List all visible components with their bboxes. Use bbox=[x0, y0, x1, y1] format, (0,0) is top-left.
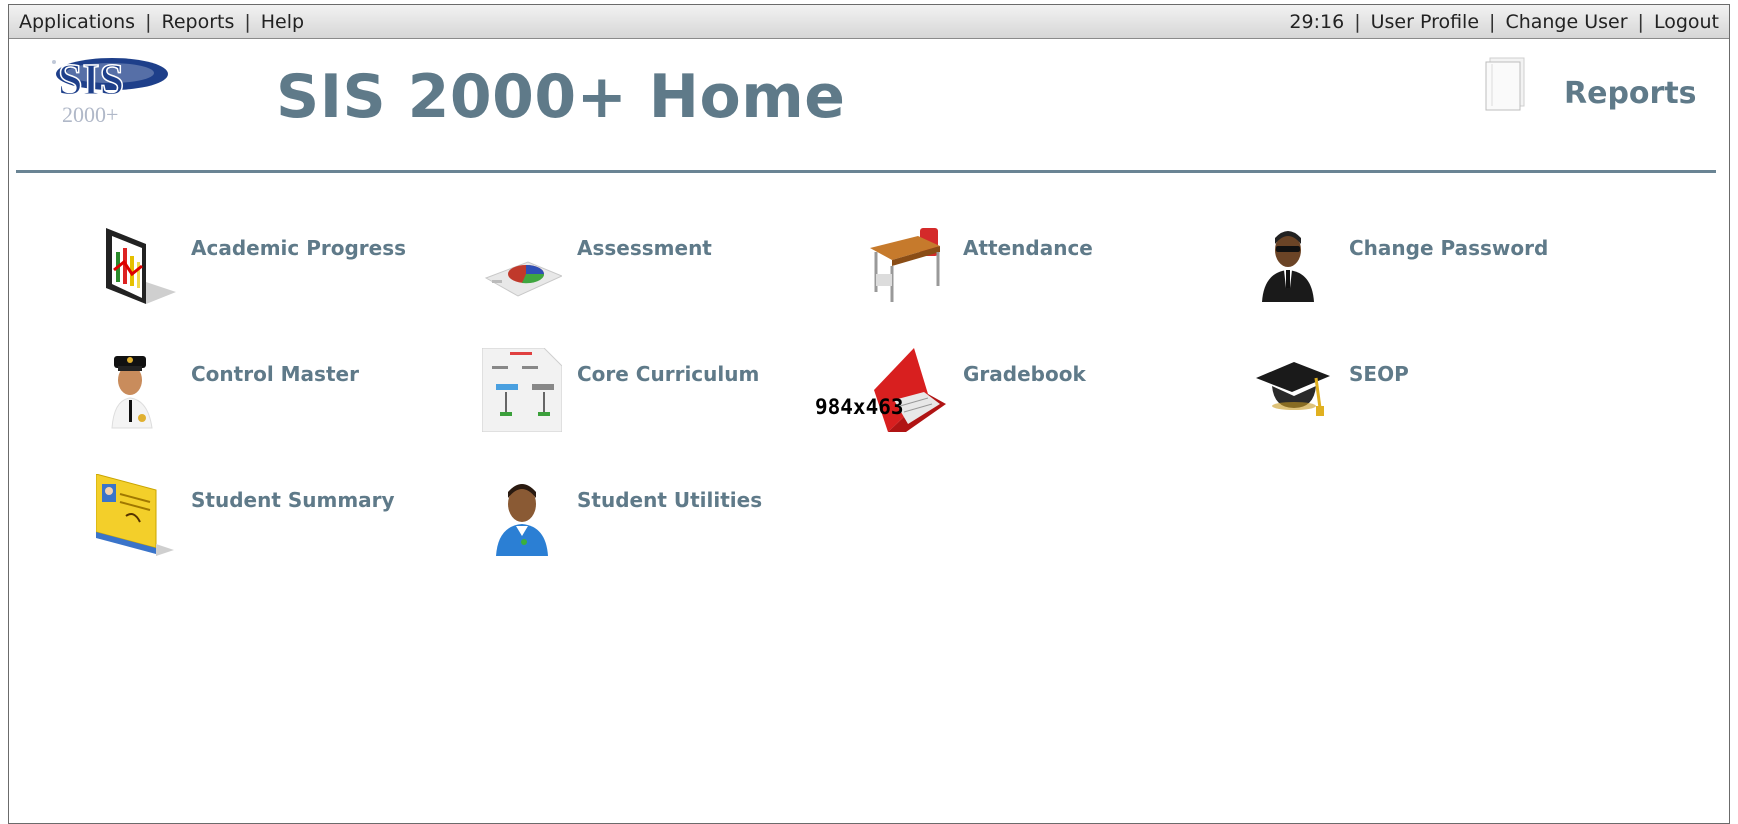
tile-academic-progress[interactable]: Academic Progress bbox=[96, 222, 476, 322]
grade-book-icon bbox=[868, 348, 948, 432]
sis-logo: SIS 2000+ bbox=[32, 48, 172, 128]
tile-student-utilities[interactable]: Student Utilities bbox=[482, 474, 862, 574]
pie-chart-icon bbox=[482, 222, 564, 306]
svg-text:SIS: SIS bbox=[58, 55, 124, 104]
menu-separator: | bbox=[1354, 10, 1361, 33]
menu-applications[interactable]: Applications bbox=[19, 11, 135, 33]
top-menu-bar: Applications | Reports | Help 29:16 | Us… bbox=[9, 5, 1729, 39]
menu-separator: | bbox=[145, 10, 152, 33]
tile-label: Attendance bbox=[963, 236, 1093, 260]
reports-document-icon[interactable] bbox=[1484, 54, 1528, 112]
page-header: SIS 2000+ SIS 2000+ Home Reports bbox=[16, 36, 1716, 173]
svg-text:2000+: 2000+ bbox=[62, 102, 118, 127]
tile-seop[interactable]: SEOP bbox=[1254, 348, 1634, 448]
session-timer: 29:16 bbox=[1289, 10, 1345, 33]
tile-attendance[interactable]: Attendance bbox=[868, 222, 1248, 322]
tile-assessment[interactable]: Assessment bbox=[482, 222, 862, 322]
tile-change-password[interactable]: Change Password bbox=[1254, 222, 1634, 322]
menu-separator: | bbox=[1637, 10, 1644, 33]
page-title: SIS 2000+ Home bbox=[276, 62, 846, 132]
tile-label: Student Utilities bbox=[577, 488, 763, 512]
menu-user-profile[interactable]: User Profile bbox=[1371, 11, 1479, 33]
reports-link[interactable]: Reports bbox=[1564, 76, 1697, 111]
tile-label: SEOP bbox=[1349, 362, 1409, 386]
tile-core-curriculum[interactable]: Core Curriculum bbox=[481, 347, 862, 448]
chart-board-icon bbox=[96, 222, 176, 306]
menu-right: 29:16 | User Profile | Change User | Log… bbox=[1289, 11, 1719, 33]
tile-gradebook[interactable]: Gradebook bbox=[868, 348, 1248, 448]
tile-label: Gradebook bbox=[963, 362, 1086, 386]
tile-student-summary[interactable]: Student Summary bbox=[95, 473, 476, 574]
tile-label: Control Master bbox=[191, 362, 359, 386]
tile-label: Core Curriculum bbox=[577, 362, 760, 386]
menu-change-user[interactable]: Change User bbox=[1505, 11, 1627, 33]
tile-control-master[interactable]: Control Master bbox=[96, 348, 476, 448]
menu-left: Applications | Reports | Help bbox=[19, 11, 304, 33]
student-person-icon bbox=[482, 474, 562, 558]
dimension-overlay-text: 984x463 bbox=[815, 395, 904, 419]
menu-reports[interactable]: Reports bbox=[161, 11, 234, 33]
flowchart-icon bbox=[481, 347, 563, 433]
agent-person-icon bbox=[1254, 222, 1334, 306]
tile-label: Change Password bbox=[1349, 236, 1549, 260]
tile-label: Academic Progress bbox=[191, 236, 407, 260]
menu-help[interactable]: Help bbox=[261, 11, 304, 33]
graduation-cap-icon bbox=[1254, 348, 1334, 432]
officer-person-icon bbox=[96, 348, 176, 432]
id-card-icon bbox=[95, 473, 176, 558]
menu-logout[interactable]: Logout bbox=[1654, 11, 1719, 33]
menu-separator: | bbox=[1489, 10, 1496, 33]
tile-label: Student Summary bbox=[191, 488, 395, 512]
school-desk-icon bbox=[868, 222, 948, 306]
tile-label: Assessment bbox=[577, 236, 712, 260]
menu-separator: | bbox=[244, 10, 251, 33]
